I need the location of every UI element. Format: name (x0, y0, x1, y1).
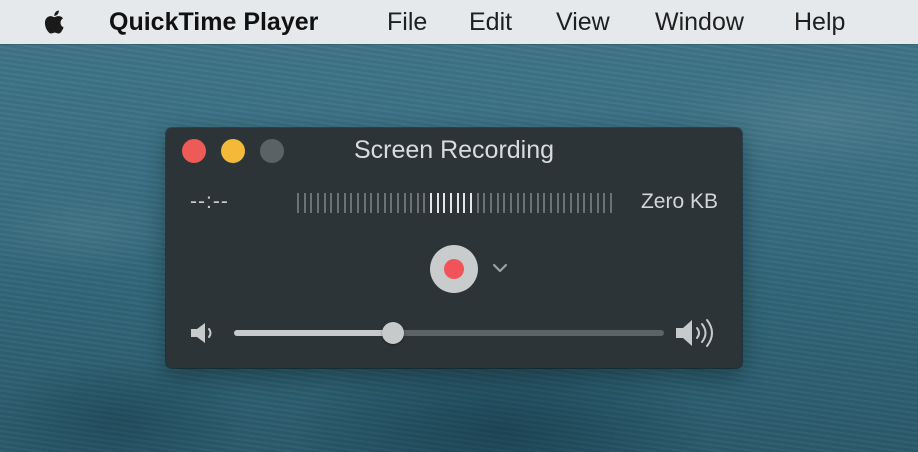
volume-slider-knob[interactable] (382, 322, 405, 344)
speaker-low-icon[interactable] (188, 320, 218, 346)
menu-view[interactable]: View (556, 0, 610, 44)
level-meter-bar (343, 193, 346, 213)
level-meter-bar (430, 193, 433, 213)
level-meter-bar (396, 193, 399, 213)
screen-recording-window: Screen Recording --:-- Zero KB (166, 128, 742, 368)
level-meter-bar (463, 193, 466, 213)
level-meter-bar (443, 193, 446, 213)
level-meter-bar (323, 193, 326, 213)
level-meter-bar (523, 193, 526, 213)
level-meter-bar (569, 193, 572, 213)
level-meter-bar (410, 193, 413, 213)
level-meter-bar (609, 193, 612, 213)
record-button[interactable] (430, 245, 478, 293)
level-meter-bar (563, 193, 566, 213)
level-meter-bar (403, 193, 406, 213)
chevron-down-icon[interactable] (492, 262, 508, 274)
file-size-label: Zero KB (640, 190, 718, 213)
audio-level-meter (297, 193, 612, 213)
level-meter-bar (316, 193, 319, 213)
menu-file[interactable]: File (387, 0, 427, 44)
menu-bar: QuickTime Player File Edit View Window H… (0, 0, 918, 44)
level-meter-bar (336, 193, 339, 213)
level-meter-bar (310, 193, 313, 213)
level-meter-bar (376, 193, 379, 213)
level-meter-bar (350, 193, 353, 213)
level-meter-bar (383, 193, 386, 213)
level-meter-bar (510, 193, 512, 213)
level-meter-bar (423, 193, 426, 213)
level-meter-bar (596, 193, 599, 213)
level-meter-bar (556, 193, 559, 213)
level-meter-bar (303, 193, 306, 213)
window-title: Screen Recording (353, 136, 555, 164)
level-meter-bar (390, 193, 393, 213)
level-meter-bar (529, 193, 532, 213)
menu-help[interactable]: Help (794, 0, 845, 44)
level-meter-bar (456, 193, 459, 213)
menu-app-name[interactable]: QuickTime Player (109, 0, 318, 44)
volume-slider-fill (234, 330, 394, 336)
level-meter-bar (363, 193, 366, 213)
level-meter-bar (370, 193, 373, 213)
apple-logo-icon[interactable] (40, 7, 70, 37)
level-meter-bar (576, 193, 579, 213)
level-meter-bar (583, 193, 586, 213)
menu-edit[interactable]: Edit (469, 0, 512, 44)
level-meter-bar (496, 193, 499, 213)
level-meter-bar (483, 193, 486, 213)
level-meter-bar (450, 193, 453, 213)
level-meter-bar (503, 193, 506, 213)
menu-window[interactable]: Window (655, 0, 744, 44)
level-meter-bar (516, 193, 519, 213)
level-meter-bar (356, 193, 359, 213)
level-meter-bar (490, 193, 493, 213)
level-meter-bar (436, 193, 439, 213)
level-meter-bar (330, 193, 333, 213)
level-meter-bar (297, 193, 299, 213)
level-meter-bar (536, 193, 539, 213)
speaker-high-icon[interactable] (673, 316, 719, 350)
level-meter-bar (603, 193, 606, 213)
level-meter-bar (470, 193, 473, 213)
level-meter-bar (476, 193, 479, 213)
volume-slider[interactable] (234, 322, 664, 344)
level-meter-bar (543, 193, 546, 213)
level-meter-bar (589, 193, 592, 213)
level-meter-bar (549, 193, 552, 213)
record-icon (444, 259, 464, 279)
level-meter-bar (416, 193, 419, 213)
recording-time: --:-- (190, 190, 229, 213)
